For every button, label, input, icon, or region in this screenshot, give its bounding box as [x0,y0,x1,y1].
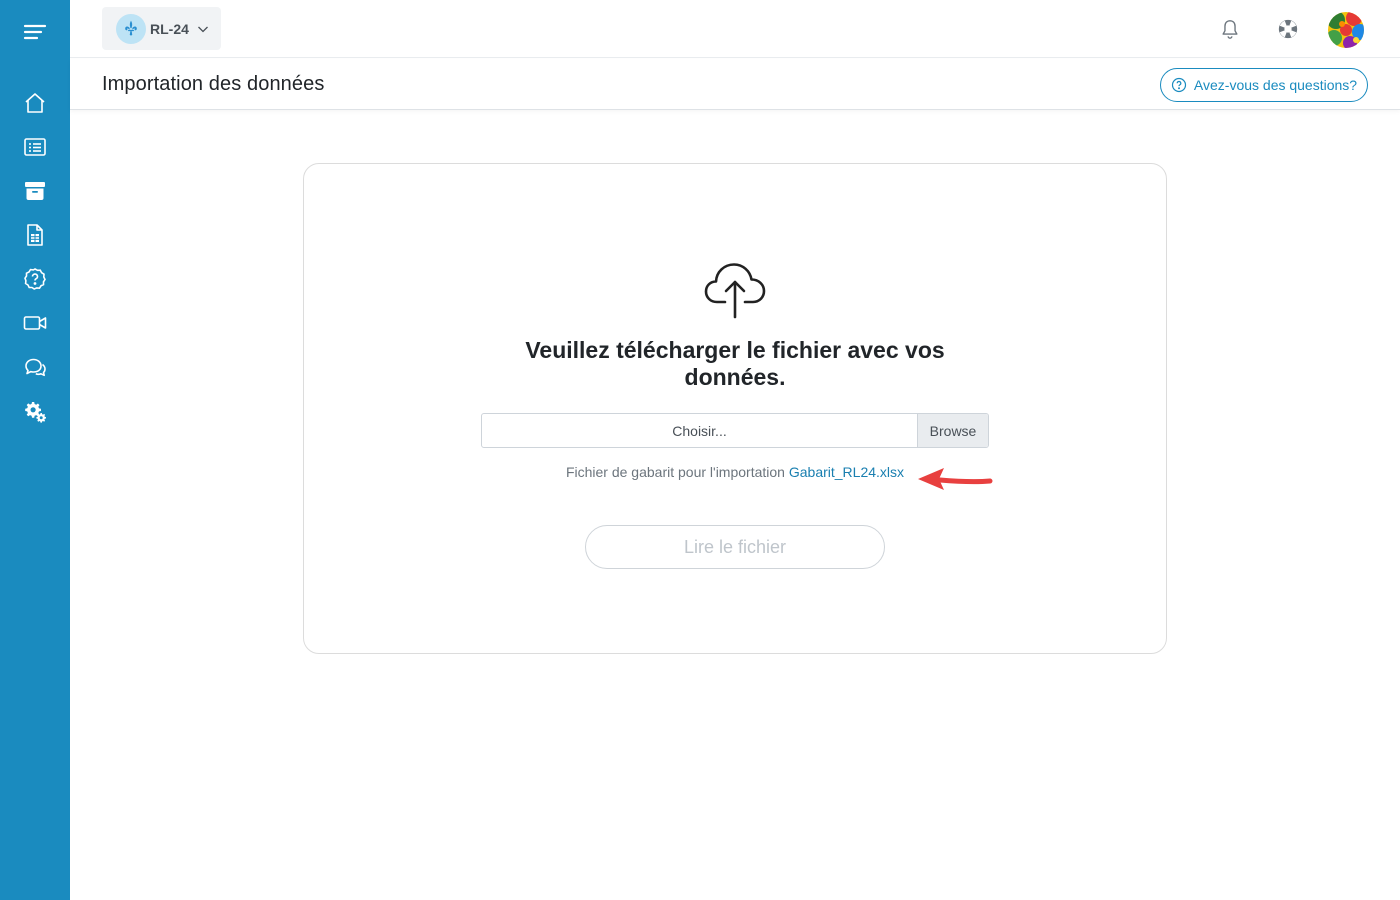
form-selector-label: RL-24 [150,20,189,37]
upload-card: Veuillez télécharger le fichier avec vos… [303,163,1167,654]
notifications-button[interactable] [1215,14,1245,44]
menu-toggle-button[interactable] [17,14,53,50]
page-header: Importation des données Avez-vous des qu… [70,59,1400,110]
lifebuoy-icon [1278,19,1298,39]
video-icon [23,316,47,330]
sidebar-item-video[interactable] [17,305,53,341]
chevron-down-icon [197,26,208,32]
headline-line-1: Veuillez télécharger le fichier avec vos [525,337,945,363]
sidebar-item-list[interactable] [17,129,53,165]
spreadsheet-icon [27,224,43,246]
sidebar-item-spreadsheet[interactable] [17,217,53,253]
fleur-de-lis-icon [116,13,146,44]
template-text: Fichier de gabarit pour l'importation [565,464,785,480]
archive-icon [25,182,45,200]
browse-button[interactable]: Browse [917,414,988,447]
file-input[interactable]: Choisir... Browse [481,413,989,448]
template-download-link[interactable]: Gabarit_RL24.xlsx [789,464,904,480]
list-icon [24,138,46,156]
form-selector-dropdown[interactable]: RL-24 [102,7,221,50]
sidebar-item-home[interactable] [17,85,53,121]
menu-icon [23,24,47,40]
headline-line-2: données. [684,364,786,390]
settings-icon [25,402,46,423]
template-info: Fichier de gabarit pour l'importation Ga… [304,464,1166,480]
cloud-upload-icon [704,263,766,319]
file-input-placeholder: Choisir... [672,422,727,439]
page-title: Importation des données [102,73,325,95]
sidebar-item-settings[interactable] [17,393,53,429]
avatar[interactable] [1328,12,1364,48]
question-circle-icon [1171,77,1187,93]
sidebar-item-help[interactable] [17,261,53,297]
read-file-button[interactable]: Lire le fichier [585,525,885,569]
sidebar [0,0,70,900]
help-icon [24,268,46,290]
home-icon [25,93,45,113]
sidebar-item-archive[interactable] [17,173,53,209]
top-bar: RL-24 [70,0,1400,58]
questions-button[interactable]: Avez-vous des questions? [1160,68,1368,102]
support-button[interactable] [1273,14,1303,44]
questions-button-label: Avez-vous des questions? [1193,77,1358,93]
sidebar-item-chat[interactable] [17,349,53,385]
red-arrow-annotation [918,468,993,490]
upload-headline: Veuillez télécharger le fichier avec vos… [304,337,1166,391]
bell-icon [1222,20,1238,39]
chat-icon [25,358,46,377]
